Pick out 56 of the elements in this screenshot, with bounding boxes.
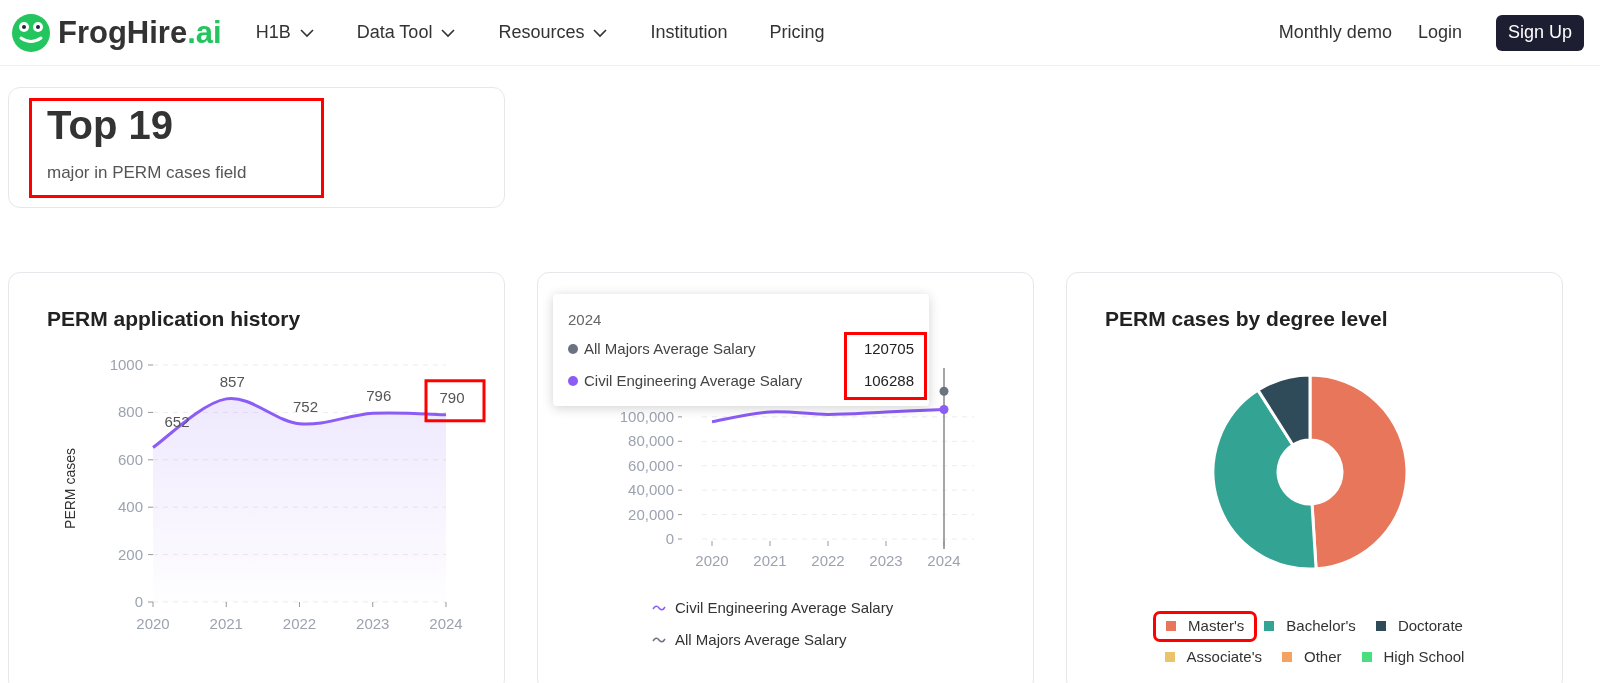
tooltip-series-name: All Majors Average Salary [584,338,756,359]
legend-label[interactable]: Other [1304,645,1342,669]
axis-tick-label: 2020 [136,614,170,632]
tooltip-value: 120705 [863,338,915,359]
data-label: 857 [219,372,245,390]
axis-tick-label: 2021 [209,614,243,632]
data-point [939,386,949,396]
data-point [939,405,949,415]
axis-title: PERM cases [62,447,78,529]
axis-tick-label: 20,000 [628,505,674,523]
axis-tick-label: 100,000 [619,407,674,425]
axis-tick-label: 800 [117,402,143,420]
data-label: 790 [439,388,465,406]
legend-label[interactable]: Doctorate [1397,614,1463,638]
axis-tick-label: 600 [117,450,143,468]
data-label: 752 [293,397,318,415]
legend-label[interactable]: Associate's [1186,645,1262,669]
legend-label[interactable]: Civil Engineering Average Salary [675,597,894,620]
axis-tick-label: 80,000 [628,432,674,450]
axis-tick-label: 0 [134,592,143,610]
legend-label[interactable]: All Majors Average Salary [675,628,847,651]
card-title: PERM cases by degree level [1104,306,1389,332]
nav-menu-item[interactable]: Pricing [769,19,825,46]
axis-tick-label: 2024 [927,552,961,569]
nav-menu-item[interactable]: Institution [650,19,728,46]
axis-tick-label: 2022 [811,552,845,569]
tooltip-title: 2024 [568,312,603,327]
axis-tick-label: 2023 [869,552,903,569]
legend-label[interactable]: Master's [1188,614,1245,638]
axis-tick-label: 2022 [282,614,317,632]
axis-tick-label: 400 [117,497,143,515]
stat-caption: major in PERM cases field [47,162,248,184]
axis-tick-label: 2020 [695,552,729,569]
axis-tick-label: 2024 [429,614,463,632]
sign-up-button[interactable]: Sign Up [1495,14,1584,51]
legend-label[interactable]: High School [1383,645,1465,669]
data-label: 796 [366,386,392,404]
axis-tick-label: 60,000 [628,456,674,474]
nav-menu-item[interactable]: Data Tool [356,19,457,46]
legend-label[interactable]: Bachelor's [1286,614,1356,638]
axis-tick-label: 200 [117,545,143,563]
axis-tick-label: 0 [665,530,674,547]
stat-value: Top 19 [47,102,174,149]
tooltip-series-name: Civil Engineering Average Salary [584,370,803,391]
nav-link[interactable]: Monthly demo [1278,19,1392,46]
card-title: PERM application history [46,306,302,332]
axis-tick-label: 40,000 [628,481,674,499]
brand-name[interactable]: FrogHire.ai [58,17,222,48]
nav-link[interactable]: Login [1417,19,1462,46]
axis-tick-label: 1000 [109,355,143,373]
frog-logo-icon [12,13,50,52]
nav-menu-item[interactable]: Resources [498,19,609,46]
tooltip-value: 106288 [863,370,915,391]
nav-menu-item[interactable]: H1B [255,19,315,46]
axis-tick-label: 2021 [753,552,787,569]
axis-tick-label: 2023 [356,614,390,632]
